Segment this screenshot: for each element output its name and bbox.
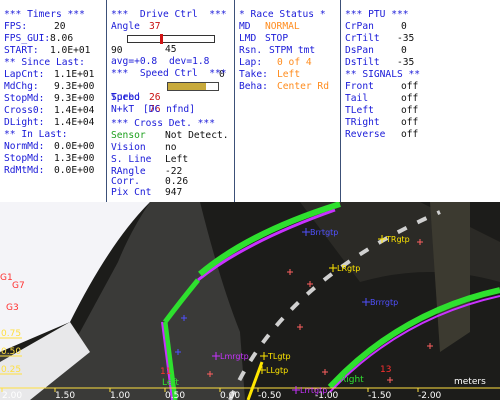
sline-row: S. Line Left <box>111 154 189 165</box>
right-count-label: 13 <box>380 365 391 375</box>
bottom-tick-label: 0.50 <box>165 391 185 400</box>
pixcnt-row: Pix Cnt 947 <box>111 187 183 198</box>
crtilt-row: CrTilt -35 <box>345 33 415 44</box>
speed-ctrl-header: *** Speed Ctrl *** <box>111 68 227 79</box>
speed-bar-fill <box>168 83 206 90</box>
crpan-row: CrPan 0 <box>345 21 407 32</box>
take-row: Take: Left <box>239 69 301 80</box>
angle-slider[interactable] <box>127 34 215 44</box>
dspan-row: DsPan 0 <box>345 45 407 56</box>
gtp-marker-label: TRgtp <box>385 235 410 244</box>
dstilt-row: DsTilt -35 <box>345 57 415 68</box>
normmd-row: NormMd: 0.0E+00 <box>4 141 95 152</box>
angle-row: Angle 37 <box>111 21 161 32</box>
sensor-row: Sensor Not Detect. <box>111 130 229 141</box>
gtp-marker-label: Lmrgtp <box>220 352 249 361</box>
timers-panel: *** Timers *** FPS: 20 FPS_GUI: 8.06 START… <box>0 0 106 202</box>
fps-row: FPS: 20 <box>4 21 66 32</box>
drive-panel: *** Drive Ctrl *** Angle 37 90 0 45 avg=+… <box>107 0 233 202</box>
stopmd-row: StopMd: 9.3E+00 <box>4 93 95 104</box>
fps-gui-row: FPS_GUI: 8.06 <box>4 33 74 44</box>
signal-tail-row: Tail off <box>345 93 419 104</box>
left-marker-label: G3 <box>6 303 19 313</box>
camera-view: 0.750.500.25 G1G7 G3 2.00 1.50 1.00 0.50 0.00… <box>0 202 500 400</box>
signal-tright-row: TRight off <box>345 117 419 128</box>
ptu-panel: *** PTU *** CrPan 0 CrTilt -35 DsPan 0 DsTi… <box>341 0 500 202</box>
avg-dev-row: avg=+0.8 dev=1.8 <box>111 56 210 67</box>
in-last-header: ** In Last: <box>4 129 68 140</box>
right-lane-label: Right <box>340 375 364 385</box>
beha-row: Beha: Center Rd <box>239 81 329 92</box>
rdmtmd-row: RdMtMd: 0.0E+00 <box>4 165 95 176</box>
dlight-row: DLight: 1.4E+04 <box>4 117 95 128</box>
lmd-row: LMD STOP <box>239 33 289 44</box>
race-status-header: * Race Status * <box>239 9 326 20</box>
vision-row: Vision no <box>111 142 177 153</box>
race-status-panel: * Race Status * MD NORMAL LMD STOP Rsn. STP… <box>235 0 339 202</box>
ptu-header: *** PTU *** <box>345 9 409 20</box>
signal-tleft-row: TLeft off <box>345 105 419 116</box>
drive-ctrl-header: *** Drive Ctrl *** <box>111 9 227 20</box>
left-axis-ticks: 0.750.500.25 <box>0 329 22 375</box>
nkt-row: N+kT [DC nfnd] <box>111 104 195 115</box>
angle-mid-row: 45 <box>165 44 177 55</box>
signals-header: ** SIGNALS ** <box>345 69 421 80</box>
start-row: START: 1.0E+01 <box>4 45 91 56</box>
md-row: MD NORMAL <box>239 21 300 32</box>
bottom-tick-label: -0.50 <box>258 391 282 400</box>
speed-bar <box>167 82 219 91</box>
lapcnt-row: LapCnt: 1.1E+01 <box>4 69 95 80</box>
since-last-header: ** Since Last: <box>4 57 85 68</box>
angle-slider-thumb[interactable] <box>160 34 164 44</box>
cross-det-header: *** Cross Det. *** <box>111 118 215 129</box>
bottom-tick-label: 1.00 <box>110 391 130 400</box>
gtp-marker-label: Lrrtgtp <box>300 386 327 395</box>
timers-header: *** Timers *** <box>4 9 85 20</box>
gtp-marker-label: Brrrgtp <box>370 298 398 307</box>
bottom-tick-label: -2.00 <box>418 391 442 400</box>
signal-reverse-row: Reverse off <box>345 129 419 140</box>
bottom-tick-label: 2.00 <box>2 391 22 400</box>
gtp-marker-label: LRgtp <box>337 264 360 273</box>
gtp-marker-label: Brrtgtp <box>310 228 338 237</box>
bottom-tick-label: 1.50 <box>55 391 75 400</box>
left-count-label: 11 <box>160 367 171 377</box>
cross0-row: Cross0: 1.4E+04 <box>4 105 95 116</box>
gtp-marker-label: TLgtp <box>267 352 291 361</box>
rsn-row: Rsn. STPM tmt <box>239 45 316 56</box>
bottom-tick-label: 0.00 <box>220 391 240 400</box>
left-lane-label: Left <box>162 378 179 388</box>
meters-unit-label: meters <box>454 377 486 387</box>
bottom-tick-label: -1.50 <box>368 391 392 400</box>
turbo-row: Turbo 26 <box>111 92 161 103</box>
left-marker-label: G1 <box>0 273 13 283</box>
mdchg-row: MdChg: 9.3E+00 <box>4 81 95 92</box>
left-marker-label: G7 <box>12 281 25 291</box>
gtp-marker-label: LLgtp <box>266 366 288 375</box>
lap-row: Lap: 0 of 4 <box>239 57 312 68</box>
speed-row: Speed 76 <box>107 80 233 115</box>
stopmd-last-row: StopMd: 1.3E+00 <box>4 153 95 164</box>
signal-front-row: Front off <box>345 81 419 92</box>
